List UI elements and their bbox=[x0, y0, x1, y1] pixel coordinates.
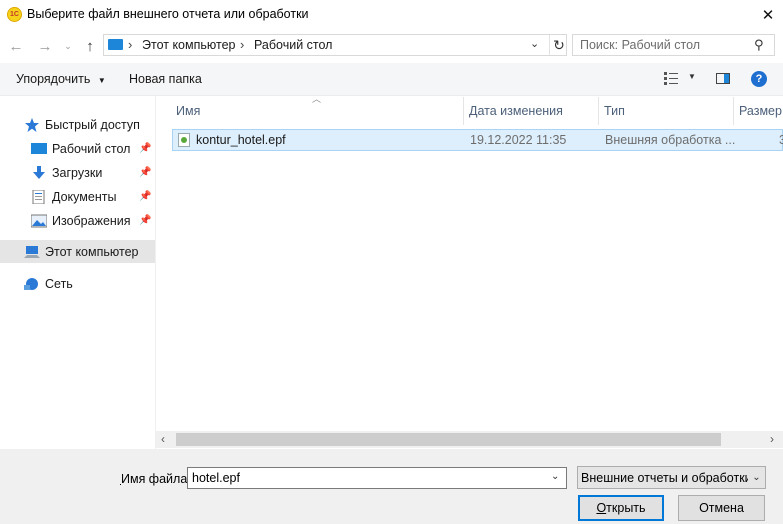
column-header-date[interactable]: Дата изменения bbox=[463, 97, 598, 125]
sidebar-item-desktop[interactable]: Рабочий стол 📌 bbox=[0, 137, 155, 160]
forward-icon[interactable]: → bbox=[36, 36, 54, 56]
pin-icon[interactable]: 📌 bbox=[139, 167, 151, 178]
title-bar: 1С Выберите файл внешнего отчета или обр… bbox=[0, 0, 783, 29]
epf-file-icon bbox=[178, 133, 190, 147]
navigation-pane: Быстрый доступ Рабочий стол 📌 Загрузки 📌… bbox=[0, 96, 155, 449]
refresh-icon[interactable]: ↻ bbox=[549, 35, 568, 55]
search-box[interactable]: ⚲ bbox=[572, 34, 775, 56]
file-type: Внешняя обработка ... bbox=[605, 133, 736, 147]
pictures-icon bbox=[30, 214, 48, 228]
column-header-type[interactable]: Тип bbox=[598, 97, 733, 125]
column-header-name[interactable]: Имя bbox=[170, 97, 463, 125]
help-icon[interactable]: ? bbox=[751, 71, 767, 87]
close-button[interactable]: ✕ bbox=[753, 0, 783, 29]
preview-pane-icon[interactable] bbox=[716, 73, 730, 84]
this-pc-icon bbox=[108, 39, 123, 50]
sidebar-item-this-pc[interactable]: Этот компьютер bbox=[0, 240, 155, 263]
pin-icon[interactable]: 📌 bbox=[139, 143, 151, 154]
pane-divider[interactable] bbox=[155, 96, 156, 449]
search-input[interactable] bbox=[573, 35, 750, 55]
pin-icon[interactable]: 📌 bbox=[139, 191, 151, 202]
network-icon bbox=[24, 277, 40, 291]
recent-locations-chevron-icon[interactable]: ⌄ bbox=[62, 36, 74, 56]
address-dropdown-icon[interactable]: ⌄ bbox=[530, 37, 539, 50]
new-folder-button[interactable]: Новая папка bbox=[129, 72, 202, 86]
filename-combobox[interactable]: ⌄ bbox=[187, 467, 567, 489]
filename-input[interactable] bbox=[188, 468, 542, 488]
sidebar-item-pictures[interactable]: Изображения 📌 bbox=[0, 209, 155, 232]
horizontal-scrollbar[interactable]: ‹ › bbox=[156, 431, 783, 448]
breadcrumb-separator-icon[interactable]: › bbox=[128, 37, 132, 52]
documents-icon bbox=[31, 189, 47, 204]
breadcrumb-desktop[interactable]: Рабочий стол bbox=[254, 38, 332, 52]
file-row[interactable]: kontur_hotel.epf 19.12.2022 11:35 Внешня… bbox=[172, 129, 783, 151]
scroll-right-icon[interactable]: › bbox=[770, 432, 774, 446]
column-header-size[interactable]: Размер bbox=[733, 97, 783, 125]
sidebar-item-network[interactable]: Сеть bbox=[0, 272, 155, 295]
organize-button[interactable]: Упорядочить ▼ bbox=[16, 72, 106, 86]
filter-dropdown-icon[interactable]: ⌄ bbox=[748, 467, 765, 488]
pin-icon[interactable]: 📌 bbox=[139, 215, 151, 226]
download-icon bbox=[31, 165, 47, 180]
address-bar[interactable]: › Этот компьютер › Рабочий стол ⌄ ↻ bbox=[103, 34, 567, 56]
file-size: 3 bbox=[779, 133, 783, 147]
up-icon[interactable]: ↑ bbox=[81, 36, 99, 56]
app-1c-icon: 1С bbox=[7, 7, 22, 22]
scrollbar-thumb[interactable] bbox=[176, 433, 721, 446]
sidebar-item-quick-access[interactable]: Быстрый доступ bbox=[0, 113, 155, 136]
organize-dropdown-icon: ▼ bbox=[97, 76, 106, 85]
search-icon[interactable]: ⚲ bbox=[754, 37, 764, 53]
computer-icon bbox=[24, 245, 40, 259]
file-date: 19.12.2022 11:35 bbox=[470, 133, 567, 147]
desktop-icon bbox=[31, 142, 47, 156]
cancel-button[interactable]: Отмена bbox=[678, 495, 765, 521]
sidebar-item-downloads[interactable]: Загрузки 📌 bbox=[0, 161, 155, 184]
file-name: kontur_hotel.epf bbox=[196, 133, 286, 147]
view-options-icon[interactable] bbox=[664, 72, 678, 85]
view-dropdown-icon[interactable]: ▼ bbox=[688, 72, 696, 81]
open-button[interactable]: Открыть bbox=[578, 495, 664, 521]
sidebar-item-documents[interactable]: Документы 📌 bbox=[0, 185, 155, 208]
file-type-filter-select[interactable]: Внешние отчеты и обработки ( ⌄ bbox=[577, 466, 766, 489]
breadcrumb-this-pc[interactable]: Этот компьютер bbox=[142, 38, 235, 52]
command-toolbar: Упорядочить ▼ Новая папка ▼ ? bbox=[0, 63, 783, 96]
back-icon[interactable]: ← bbox=[8, 36, 24, 56]
star-icon bbox=[24, 117, 40, 132]
filename-dropdown-icon[interactable]: ⌄ bbox=[551, 471, 559, 482]
filename-label: ИИмя файла: bbox=[120, 472, 191, 486]
breadcrumb-separator-icon[interactable]: › bbox=[240, 37, 244, 52]
window-title: Выберите файл внешнего отчета или обрабо… bbox=[27, 7, 309, 21]
scroll-left-icon[interactable]: ‹ bbox=[161, 432, 165, 446]
